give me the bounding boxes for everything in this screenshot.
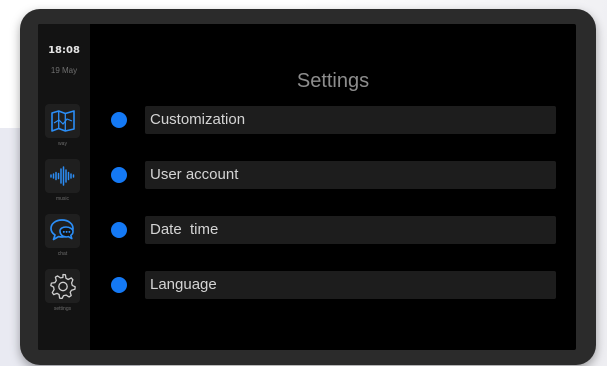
- option-label: Language: [150, 276, 217, 293]
- settings-option-user-account[interactable]: User account: [109, 161, 556, 189]
- radio-dot[interactable]: [111, 277, 127, 293]
- option-bar[interactable]: User account: [145, 161, 556, 189]
- sidebar-item-chat[interactable]: chat: [45, 214, 80, 262]
- option-label: User account: [150, 166, 239, 183]
- option-bar[interactable]: Language: [145, 271, 556, 299]
- option-bar[interactable]: Date time: [145, 216, 556, 244]
- map-icon[interactable]: [45, 104, 80, 138]
- option-bar[interactable]: Customization: [145, 106, 556, 134]
- radio-dot[interactable]: [111, 167, 127, 183]
- option-label: Customization: [150, 111, 246, 128]
- chat-bubbles-icon[interactable]: [45, 214, 80, 248]
- radio-dot[interactable]: [111, 222, 127, 238]
- screen: 18:08 19 May way music chat settings Set…: [38, 24, 576, 350]
- sidebar-item-label: way: [58, 141, 67, 147]
- tablet-device: 18:08 19 May way music chat settings Set…: [20, 9, 596, 365]
- sidebar-item-way[interactable]: way: [45, 104, 80, 152]
- waveform-icon[interactable]: [45, 159, 80, 193]
- sidebar-item-label: chat: [57, 251, 68, 257]
- sidebar-item-label: settings: [53, 306, 72, 312]
- clock-date: 19 May: [50, 66, 78, 75]
- option-label: Date time: [150, 221, 219, 238]
- gear-icon[interactable]: [45, 269, 80, 303]
- page-title: Settings: [296, 70, 370, 92]
- settings-option-language[interactable]: Language: [109, 271, 556, 299]
- radio-dot[interactable]: [111, 112, 127, 128]
- settings-option-customization[interactable]: Customization: [109, 106, 556, 134]
- sidebar-item-label: music: [55, 196, 70, 202]
- sidebar-item-settings[interactable]: settings: [45, 269, 80, 317]
- sidebar-item-music[interactable]: music: [45, 159, 80, 207]
- settings-option-date-time[interactable]: Date time: [109, 216, 556, 244]
- clock-time: 18:08: [48, 45, 80, 56]
- sidebar: 18:08 19 May way music chat settings: [38, 24, 90, 350]
